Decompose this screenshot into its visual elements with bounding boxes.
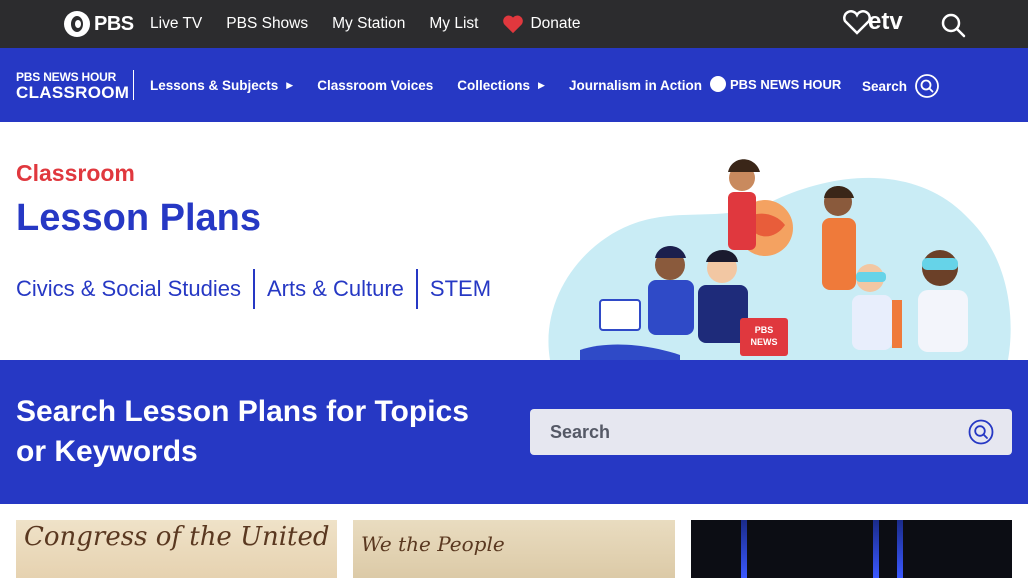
lesson-card-image[interactable]: We the People bbox=[353, 520, 675, 578]
lesson-card-image[interactable] bbox=[691, 520, 1012, 578]
lesson-card-image[interactable]: Congress of the United States bbox=[16, 520, 337, 578]
section-eyebrow: Classroom bbox=[16, 160, 135, 186]
lesson-search-input[interactable] bbox=[550, 421, 950, 443]
triangle-right-icon: ▶ bbox=[538, 79, 545, 90]
nav-live-tv[interactable]: Live TV bbox=[150, 15, 202, 33]
nav-journalism-in-action[interactable]: Journalism in Action bbox=[569, 78, 702, 93]
search-heading: Search Lesson Plans for Topics or Keywor… bbox=[16, 395, 469, 468]
light-beam bbox=[897, 520, 903, 578]
students-illustration: PBS NEWS bbox=[548, 159, 1011, 360]
classroom-search-button[interactable]: Search bbox=[862, 74, 939, 98]
pbs-top-bar: PBS Live TV PBS Shows My Station My List… bbox=[0, 0, 1028, 48]
search-icon bbox=[915, 74, 939, 98]
nav-pbs-shows[interactable]: PBS Shows bbox=[226, 15, 308, 33]
subject-arts-culture[interactable]: Arts & Culture bbox=[267, 276, 404, 302]
search-icon[interactable] bbox=[940, 12, 966, 38]
subject-links: Civics & Social Studies Arts & Culture S… bbox=[16, 268, 491, 310]
newshour-nav-bar: PBS NEWS HOUR CLASSROOM Lessons & Subjec… bbox=[0, 48, 1028, 122]
card-image-caption: We the People bbox=[361, 532, 505, 556]
subject-stem[interactable]: STEM bbox=[430, 276, 491, 302]
triangle-right-icon: ▶ bbox=[286, 79, 294, 90]
donate-button[interactable]: Donate bbox=[502, 14, 580, 34]
station-logo[interactable]: etv bbox=[842, 8, 903, 36]
subject-divider bbox=[252, 269, 255, 309]
nav-lessons-subjects[interactable]: Lessons & Subjects ▶ bbox=[150, 78, 293, 93]
light-beam bbox=[741, 520, 747, 578]
pbs-head-icon bbox=[710, 76, 726, 92]
light-beam bbox=[873, 520, 879, 578]
svg-text:PBS: PBS bbox=[755, 325, 774, 335]
newshour-classroom-logo[interactable]: PBS NEWS HOUR CLASSROOM bbox=[16, 71, 129, 101]
pbs-head-icon bbox=[64, 11, 90, 37]
nav-my-station[interactable]: My Station bbox=[332, 15, 405, 33]
pbs-main-nav: Live TV PBS Shows My Station My List Don… bbox=[150, 0, 580, 48]
nav-classroom-voices[interactable]: Classroom Voices bbox=[317, 78, 433, 93]
subject-civics-social-studies[interactable]: Civics & Social Studies bbox=[16, 276, 241, 302]
classroom-nav: Lessons & Subjects ▶ Classroom Voices Co… bbox=[150, 48, 702, 122]
heart-icon bbox=[503, 15, 524, 34]
subject-divider bbox=[415, 269, 418, 309]
donate-label: Donate bbox=[530, 15, 581, 32]
page-title: Lesson Plans bbox=[16, 197, 261, 239]
search-icon[interactable] bbox=[968, 419, 994, 445]
card-image-caption: Congress of the United States bbox=[24, 522, 337, 552]
nav-my-list[interactable]: My List bbox=[429, 15, 478, 33]
lesson-search-box bbox=[530, 409, 1012, 455]
logo-divider bbox=[133, 70, 134, 100]
pbs-newshour-logo[interactable]: PBS NEWS HOUR bbox=[710, 76, 841, 92]
pbs-logo[interactable]: PBS bbox=[64, 11, 134, 37]
nav-collections[interactable]: Collections ▶ bbox=[457, 78, 545, 93]
svg-text:NEWS: NEWS bbox=[751, 337, 778, 347]
